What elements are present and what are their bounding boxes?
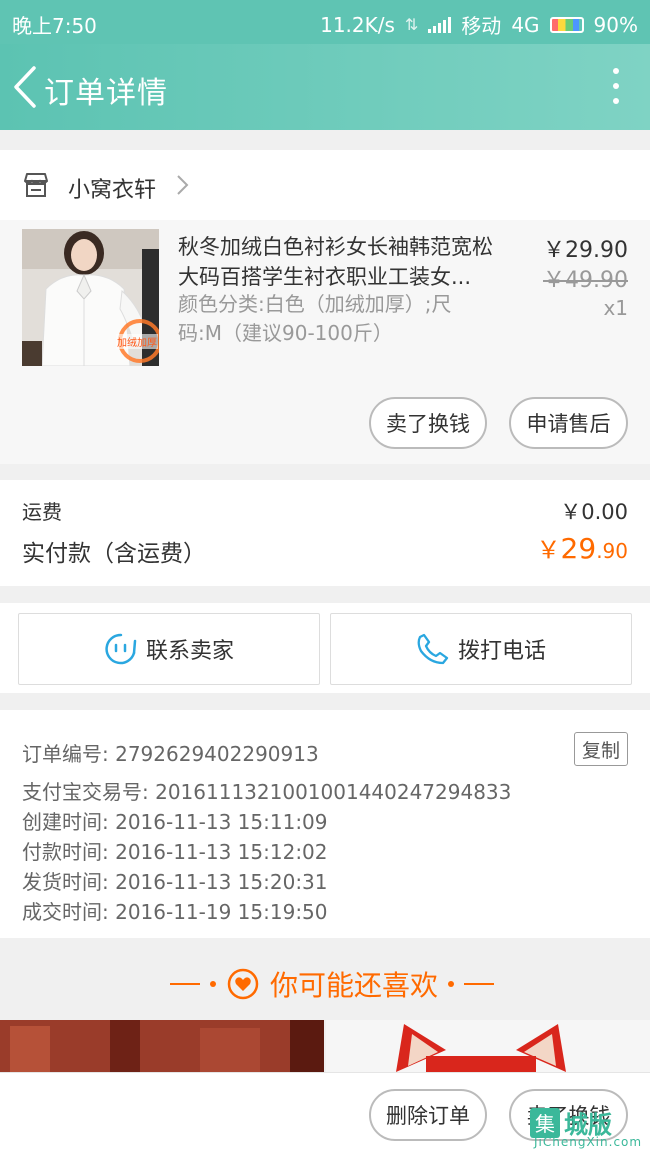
- product-title[interactable]: 秋冬加绒白色衬衫女长袖韩范宽松大码百搭学生衬衣职业工装女...: [178, 232, 508, 292]
- shipped-time: 发货时间: 2016-11-13 15:20:31: [22, 870, 328, 894]
- data-arrows-icon: ⇅: [404, 15, 419, 34]
- divider: [170, 983, 200, 985]
- paid-amount-label: 实付款（含运费）: [22, 541, 206, 567]
- chevron-left-icon[interactable]: [8, 64, 44, 110]
- battery-level: 90%: [593, 12, 638, 37]
- contact-seller-label: 联系卖家: [145, 639, 234, 664]
- currency-symbol: ￥: [536, 536, 561, 564]
- order-info: 订单编号: 2792629402290913 复制 支付宝交易号: 201611…: [0, 710, 650, 938]
- network-type: 4G: [511, 12, 540, 37]
- product-thumbnail[interactable]: 加绒加厚: [22, 229, 159, 366]
- status-bar: 晚上7:50 11.2K/s ⇅ 移动 4G 90%: [0, 0, 650, 44]
- chat-face-icon: [105, 633, 137, 665]
- title-bar: 订单详情: [0, 44, 650, 130]
- carrier: 移动: [461, 14, 502, 38]
- divider-dot: [448, 981, 455, 987]
- delete-order-button[interactable]: 删除订单: [369, 1089, 487, 1141]
- product-price: ￥29.90: [543, 238, 628, 263]
- created-time: 创建时间: 2016-11-13 15:11:09: [22, 810, 328, 834]
- recommend-header: 你可能还喜欢: [0, 938, 650, 1020]
- product-original-price: ￥49.90: [543, 268, 628, 293]
- bottom-action-bar: 删除订单 卖了换钱 集 城版 JiChengXin.com: [0, 1072, 650, 1155]
- sell-for-cash-button[interactable]: 卖了换钱: [369, 397, 487, 449]
- completed-time: 成交时间: 2016-11-19 15:19:50: [22, 900, 328, 924]
- product-quantity: x1: [603, 296, 628, 320]
- fee-summary: 运费 ￥0.00 实付款（含运费） ￥29.90: [0, 480, 650, 586]
- recommend-title: 你可能还喜欢: [270, 969, 439, 1002]
- shop-name[interactable]: 小窝衣轩: [68, 172, 156, 204]
- contact-seller-button[interactable]: 联系卖家: [18, 613, 320, 685]
- signal-icon: [428, 16, 452, 33]
- heart-circle-icon: [227, 968, 259, 1000]
- contact-actions: 联系卖家 拨打电话: [0, 603, 650, 693]
- recommend-item-image[interactable]: [326, 1020, 650, 1072]
- watermark-url: JiChengXin.com: [534, 1135, 643, 1149]
- product-spec: 颜色分类:白色（加绒加厚）;尺码:M（建议90-100斤）: [178, 292, 452, 345]
- net-speed: 11.2K/s: [320, 12, 395, 37]
- more-vertical-icon[interactable]: [612, 68, 620, 104]
- store-icon: [24, 173, 48, 197]
- watermark-logo: 集 城版 JiChengXin.com: [530, 1105, 646, 1151]
- product-item[interactable]: 加绒加厚 秋冬加绒白色衬衫女长袖韩范宽松大码百搭学生衬衣职业工装女... 颜色分…: [0, 220, 650, 464]
- battery-icon: [549, 16, 584, 33]
- page-title: 订单详情: [44, 76, 168, 111]
- chevron-right-icon: [177, 175, 189, 195]
- watermark-box: 集: [530, 1107, 560, 1138]
- shipping-value: ￥0.00: [560, 500, 628, 524]
- paid-time: 付款时间: 2016-11-13 15:12:02: [22, 840, 328, 864]
- shipping-label: 运费: [22, 500, 62, 524]
- call-phone-button[interactable]: 拨打电话: [330, 613, 632, 685]
- order-number: 订单编号: 2792629402290913: [22, 742, 319, 766]
- divider-dot: [210, 981, 216, 987]
- recommend-item-image[interactable]: [0, 1020, 324, 1072]
- product-badge: 加绒加厚: [116, 334, 158, 349]
- phone-icon: [417, 633, 449, 665]
- after-sales-button[interactable]: 申请售后: [509, 397, 628, 449]
- status-right: 11.2K/s ⇅ 移动 4G 90%: [320, 10, 638, 39]
- copy-button[interactable]: 复制: [574, 732, 628, 766]
- divider: [464, 983, 495, 985]
- paid-amount-decimal: .90: [596, 539, 628, 563]
- alipay-number: 支付宝交易号: 2016111321001001440247294833: [22, 780, 512, 804]
- call-phone-label: 拨打电话: [457, 639, 546, 664]
- status-time: 晚上7:50: [12, 14, 97, 38]
- paid-amount-integer: 29: [560, 532, 597, 565]
- shop-row[interactable]: 小窝衣轩: [0, 150, 650, 220]
- paid-amount: ￥29.90: [537, 530, 628, 565]
